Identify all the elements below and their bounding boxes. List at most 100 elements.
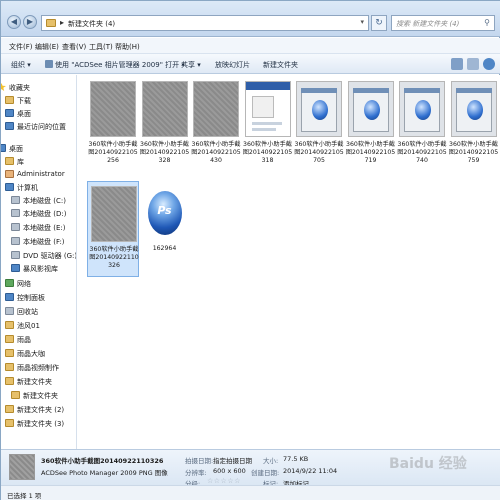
sidebar-item-label: 暴风影视库: [23, 265, 58, 273]
search-icon[interactable]: ⚲: [484, 18, 490, 27]
sidebar-item[interactable]: 新建文件夹 (2): [1, 403, 76, 416]
sidebar-item[interactable]: 本地磁盘 (F:): [1, 235, 76, 248]
dimensions-value: 600 x 600: [213, 467, 246, 475]
new-folder-label: 新建文件夹: [263, 61, 298, 69]
sidebar-item[interactable]: 控制面板: [1, 291, 76, 304]
sidebar-item[interactable]: 新建文件夹: [1, 389, 76, 402]
image-thumbnail: [347, 81, 394, 137]
file-name: 162964: [152, 245, 177, 252]
folder-icon: [5, 349, 14, 357]
file-list: 360软件小助手截图20140922105256 360软件小助手截图201409…: [79, 75, 500, 449]
organize-label: 组织: [11, 61, 25, 69]
sidebar-item-label: 计算机: [17, 184, 38, 192]
drive-icon: [11, 196, 20, 204]
file-name: 360软件小助手截图20140922105318: [242, 141, 293, 164]
sidebar-item[interactable]: 库: [1, 155, 76, 168]
sidebar-item[interactable]: 收藏夹: [1, 81, 76, 94]
sidebar-item[interactable]: 新建文件夹: [1, 375, 76, 388]
status-bar: 已选择 1 项: [1, 485, 500, 500]
organize-button[interactable]: 组织 ▾: [11, 60, 31, 70]
search-input[interactable]: 搜索 新建文件夹 (4) ⚲: [391, 15, 495, 31]
sidebar-item[interactable]: 雨晶大咖: [1, 347, 76, 360]
sidebar-item[interactable]: 下载: [1, 94, 76, 107]
sidebar-item-label: 回收站: [17, 308, 38, 316]
sidebar-item[interactable]: 计算机: [1, 181, 76, 194]
sidebar-item-label: DVD 驱动器 (G:): [23, 252, 77, 260]
open-with-button[interactable]: 使用 "ACDSee 相片管理器 2009" 打开 ▾: [45, 60, 185, 70]
sidebar-item[interactable]: 暴风影视库: [1, 262, 76, 275]
image-thumbnail: [141, 81, 188, 137]
menu-help[interactable]: 帮助(H): [115, 42, 140, 52]
library-icon: [5, 157, 14, 165]
acdsee-icon: [45, 60, 53, 68]
size-value: 77.5 KB: [283, 455, 309, 463]
sidebar-item[interactable]: 新建文件夹 (3): [1, 417, 76, 430]
file-name: 360软件小助手截图20140922105256: [88, 141, 138, 164]
search-placeholder: 搜索 新建文件夹 (4): [396, 20, 460, 28]
sidebar-item-label: 新建文件夹: [17, 378, 52, 386]
control-panel-icon: [5, 293, 14, 301]
sidebar-item[interactable]: 本地磁盘 (E:): [1, 221, 76, 234]
folder-icon: [11, 391, 20, 399]
sidebar-item-label: 收藏夹: [9, 84, 30, 92]
sidebar-item[interactable]: 池风01: [1, 319, 76, 332]
sidebar-item-label: 本地磁盘 (D:): [23, 210, 67, 218]
file-item[interactable]: 360软件小助手截图20140922105430: [190, 77, 242, 173]
view-options-icon[interactable]: [451, 58, 463, 70]
slideshow-button[interactable]: 放映幻灯片: [215, 60, 250, 70]
desktop-icon: [1, 144, 6, 152]
drive-icon: [11, 237, 20, 245]
size-label: 大小:: [263, 457, 279, 465]
menu-view[interactable]: 查看(V): [62, 42, 86, 52]
sidebar-item-label: 本地磁盘 (E:): [23, 224, 66, 232]
dvd-drive-icon: [11, 251, 20, 259]
sidebar-item[interactable]: Administrator: [1, 168, 76, 181]
menu-edit[interactable]: 编辑(E): [35, 42, 59, 52]
refresh-button[interactable]: ↻: [371, 15, 387, 31]
recycle-bin-icon: [5, 307, 14, 315]
file-item[interactable]: 360软件小助手截图20140922105318: [242, 77, 294, 173]
file-item[interactable]: 360软件小助手截图20140922110326: [87, 181, 139, 277]
sidebar-item[interactable]: 最近访问的位置: [1, 120, 76, 133]
address-bar[interactable]: ▸ 新建文件夹 (4) ▾: [41, 15, 369, 31]
back-button[interactable]: ◀: [7, 15, 21, 29]
chevron-down-icon[interactable]: ▾: [360, 18, 364, 26]
help-icon[interactable]: [483, 58, 495, 70]
sidebar-item[interactable]: 本地磁盘 (D:): [1, 207, 76, 220]
sidebar-item[interactable]: 雨晶视频制作: [1, 361, 76, 374]
menu-tools[interactable]: 工具(T): [89, 42, 113, 52]
file-name: 360软件小助手截图20140922105759: [448, 141, 499, 164]
menu-file[interactable]: 文件(F): [9, 42, 33, 52]
image-thumbnail: [399, 81, 445, 137]
file-name: 360软件小助手截图20140922105328: [139, 141, 190, 164]
file-item[interactable]: 360软件小助手截图20140922105719: [345, 77, 397, 173]
file-name: 360软件小助手截图20140922105430: [191, 141, 241, 164]
sidebar-item[interactable]: 网络: [1, 277, 76, 290]
address-path[interactable]: 新建文件夹 (4): [68, 19, 115, 29]
sidebar-item-label: 新建文件夹 (3): [17, 420, 65, 428]
sidebar-item-label: 本地磁盘 (F:): [23, 238, 65, 246]
sidebar-item[interactable]: 回收站: [1, 305, 76, 318]
file-item[interactable]: 360软件小助手截图20140922105256: [87, 77, 139, 173]
sidebar-item[interactable]: 桌面: [1, 107, 76, 120]
forward-button[interactable]: ▶: [23, 15, 37, 29]
file-item[interactable]: 360软件小助手截图20140922105705: [293, 77, 345, 173]
sidebar-item[interactable]: DVD 驱动器 (G:): [1, 249, 77, 262]
image-thumbnail: [244, 81, 291, 137]
file-item[interactable]: Ps 162964: [139, 181, 191, 277]
rating-stars-icon[interactable]: ☆☆☆☆☆: [207, 477, 241, 485]
sidebar-item[interactable]: 桌面: [1, 142, 76, 155]
file-item[interactable]: 360软件小助手截图20140922105759: [448, 77, 500, 173]
preview-pane-icon[interactable]: [467, 58, 479, 70]
date-taken-value[interactable]: 指定拍摄日期: [213, 455, 252, 465]
image-thumbnail: [90, 81, 136, 137]
file-item[interactable]: 360软件小助手截图20140922105328: [139, 77, 191, 173]
new-folder-button[interactable]: 新建文件夹: [263, 60, 298, 70]
file-name: 360软件小助手截图20140922105719: [345, 141, 396, 164]
file-item[interactable]: 360软件小助手截图20140922105740: [396, 77, 448, 173]
details-type: ACDSee Photo Manager 2009 PNG 图像: [41, 469, 168, 477]
share-button[interactable]: 共享 ▾: [181, 60, 201, 70]
sidebar-item[interactable]: 雨晶: [1, 333, 76, 346]
sidebar-item[interactable]: 本地磁盘 (C:): [1, 194, 76, 207]
image-thumbnail: [296, 81, 342, 137]
